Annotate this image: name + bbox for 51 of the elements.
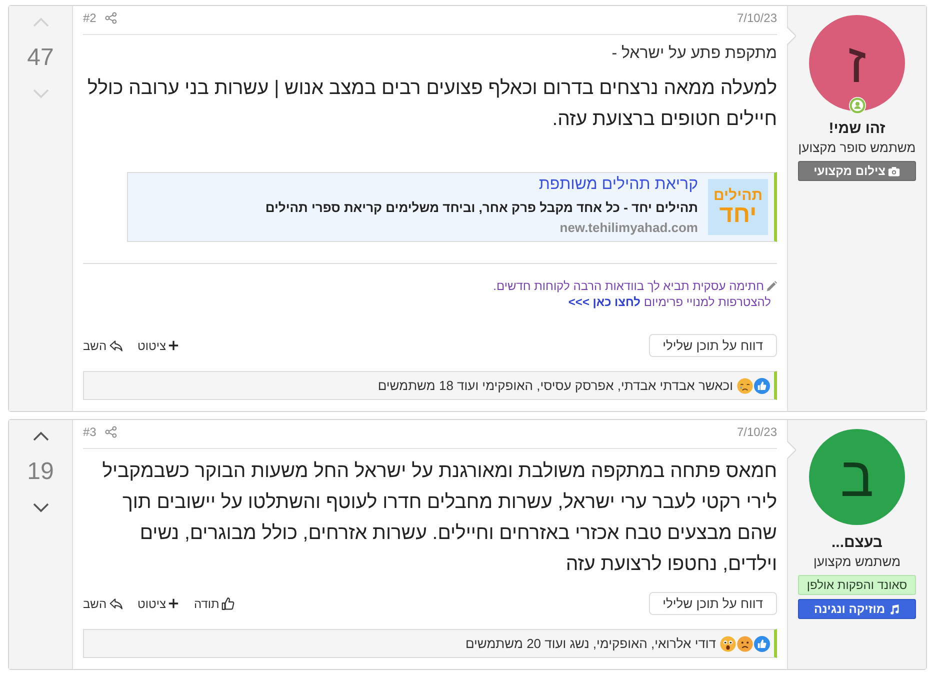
thumbs-up-icon bbox=[754, 378, 770, 394]
username-link[interactable]: זהו שמי! bbox=[828, 120, 886, 138]
sad-face-icon bbox=[737, 636, 753, 652]
vote-count: 19 bbox=[27, 457, 54, 487]
share-icon[interactable] bbox=[105, 12, 118, 24]
post-subtitle: מתקפת פתע על ישראל - bbox=[610, 44, 777, 64]
chevron-down-icon bbox=[32, 88, 50, 98]
user-avatar[interactable]: ב bbox=[809, 429, 905, 525]
reply-icon bbox=[108, 597, 123, 610]
banner-label: סאונד והפקות אולפן bbox=[806, 578, 908, 592]
post-text: חמאס פתחה במתקפה משולבת ומאורגנת על ישראל החל משעות הבוקר כשבמקביל לירי רקטי לעבר ערי ישראל, עשרות מחבלים חדרו לעוטף והשתלטו על יישובים תוך שהם מבצעים טבח אכזרי באזרחים וחיילים. עשרות אזרחים, כולל מבוגרים, נשים וילדים, נחטפו לרצועת עזה bbox=[101, 459, 777, 577]
crying-face-icon bbox=[737, 378, 753, 394]
user-rank: משתמש סופר מקצוען bbox=[798, 139, 916, 156]
post-date: 7/10/23 bbox=[736, 10, 777, 26]
surprised-face-icon bbox=[720, 636, 736, 652]
signature-text: חתימה עסקית תביא לך בוודאות הרבה לקוחות חדשים. bbox=[493, 278, 764, 294]
username-link[interactable]: בעצם... bbox=[832, 534, 883, 552]
banner-label: צילום מקצועי bbox=[814, 164, 886, 178]
post-date: 7/10/23 bbox=[736, 424, 777, 440]
preview-url: new.tehilimyahad.com bbox=[558, 219, 698, 237]
reply-link[interactable]: השב bbox=[83, 596, 123, 612]
banner-label: מוזיקה ונגינה bbox=[814, 602, 886, 616]
post-text: למעלה ממאה נרצחים בדרום וכאלף פצועים רבים במצב אנוש | עשרות בני ערובה כולל חיילים חטופים ברצועת עזה. bbox=[86, 76, 777, 132]
chevron-up-icon bbox=[32, 430, 50, 442]
preview-description: תהילים יחד - כל אחד מקבל פרק אחר, וביחד משלימים קריאת ספרי תהילים bbox=[265, 199, 698, 217]
reply-link[interactable]: השב bbox=[83, 338, 123, 354]
plus-icon bbox=[168, 598, 179, 609]
signature-text: להצטרפות למנויי פרימיום לחצו כאן >>> bbox=[568, 294, 771, 310]
reply-icon bbox=[108, 339, 123, 352]
preview-title: קריאת תהילים משותפת bbox=[538, 176, 698, 194]
chevron-down-icon bbox=[32, 502, 50, 512]
reactions-text[interactable]: דודי אלרואי, האופקימי, נשג ועוד 20 משתמשים bbox=[465, 636, 716, 651]
pencil-icon bbox=[766, 280, 777, 292]
quote-link[interactable]: ציטוט bbox=[138, 596, 179, 612]
plus-icon bbox=[168, 340, 179, 351]
signature-link[interactable]: לחצו כאן >>> bbox=[568, 295, 641, 309]
music-note-icon bbox=[888, 604, 900, 614]
reactions-text[interactable]: וכאשר אבדתי אבדתי, אפרסק עסיסי, האופקימי ועוד 18 משתמשים bbox=[378, 378, 733, 393]
thumbs-up-icon bbox=[221, 596, 236, 610]
chevron-up-icon bbox=[32, 16, 50, 28]
camera-icon bbox=[888, 166, 900, 176]
report-button[interactable]: דווח על תוכן שלילי bbox=[648, 334, 777, 357]
share-icon[interactable] bbox=[105, 426, 118, 438]
thumbs-up-icon bbox=[754, 636, 770, 652]
user-rank: משתמש מקצוען bbox=[813, 553, 901, 570]
thanks-link[interactable]: תודה bbox=[194, 596, 236, 612]
vote-count: 47 bbox=[27, 43, 54, 73]
logo-text: תהילים bbox=[713, 188, 763, 202]
report-button[interactable]: דווח על תוכן שלילי bbox=[648, 592, 777, 615]
quote-link[interactable]: ציטוט bbox=[138, 338, 179, 354]
logo-text: יחד bbox=[719, 202, 757, 226]
